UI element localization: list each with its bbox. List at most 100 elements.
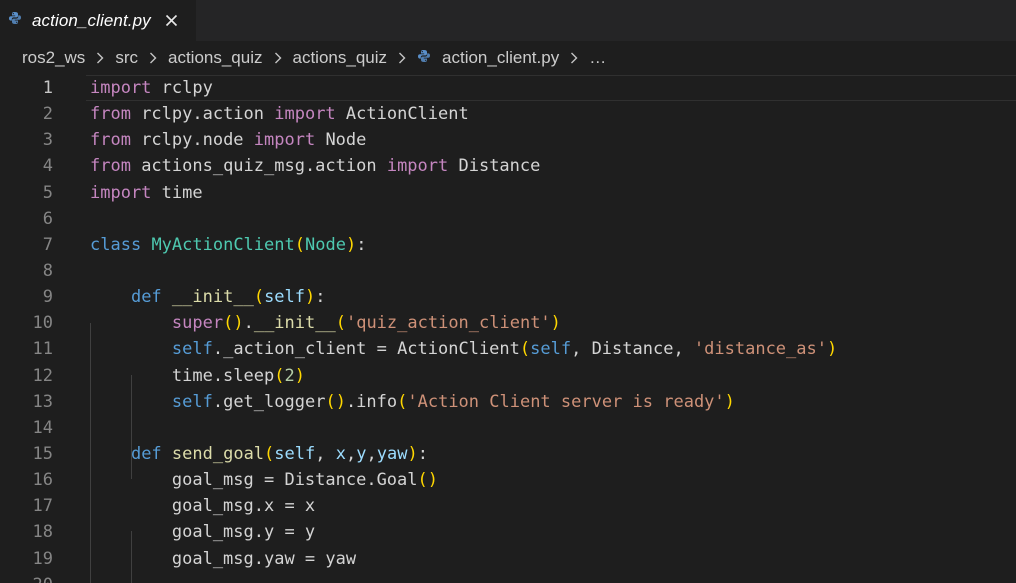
code-token: ) <box>335 391 346 412</box>
code-token: rclpy <box>151 78 213 98</box>
breadcrumb-item-ros2-ws[interactable]: ros2_ws <box>22 48 85 68</box>
breadcrumb-file-label: action_client.py <box>442 48 560 67</box>
code-token: : <box>356 234 367 255</box>
line-code: import time <box>90 180 203 206</box>
line-number: 19 <box>32 548 53 569</box>
code-token: __init__ <box>253 313 336 334</box>
chevron-right-icon <box>559 48 589 68</box>
code-token: ) <box>826 339 838 360</box>
code-token: : <box>315 287 326 308</box>
code-line[interactable]: 9 def __init__(self): <box>0 284 1016 310</box>
tab-action-client[interactable]: action_client.py <box>0 0 196 41</box>
code-line[interactable]: 2 from rclpy.action import ActionClient <box>0 101 1016 127</box>
code-line[interactable]: 15 def send_goal(self, x,y,yaw): <box>0 441 1016 467</box>
line-code: from rclpy.action import ActionClient <box>90 101 469 127</box>
line-number: 20 <box>0 572 53 583</box>
code-line[interactable]: 12 time.sleep(2) <box>0 363 1016 389</box>
breadcrumb-ellipsis[interactable]: … <box>589 48 606 68</box>
line-code: class MyActionClient(Node): <box>90 232 366 258</box>
code-token: ) <box>724 391 735 412</box>
code-line[interactable]: 8 <box>0 258 1016 284</box>
code-line[interactable]: 14 <box>0 415 1016 441</box>
code-token: ( <box>264 443 275 464</box>
line-number: 12 <box>32 365 53 386</box>
code-token: ( <box>397 391 408 412</box>
code-line[interactable]: 10 super().__init__('quiz_action_client'… <box>0 310 1016 336</box>
line-number: 2 <box>42 104 53 125</box>
code-token: Node <box>304 234 346 255</box>
code-token: .info <box>345 391 398 412</box>
close-icon[interactable] <box>163 12 181 30</box>
code-line[interactable]: 16 goal_msg = Distance.Goal() <box>0 467 1016 493</box>
code-token: def <box>130 287 162 308</box>
code-line[interactable]: 6 <box>0 206 1016 232</box>
code-line[interactable]: 20 <box>0 572 1016 583</box>
code-token: rclpy.node <box>130 130 254 151</box>
line-code: import rclpy <box>90 75 213 101</box>
code-token: self <box>171 391 213 412</box>
line-code: def send_goal(self, x,y,yaw): <box>90 441 428 467</box>
line-number: 15 <box>32 443 53 464</box>
code-token: ) <box>427 470 439 491</box>
code-line[interactable]: 17 goal_msg.x = x <box>0 493 1016 519</box>
code-token: ._action_client = ActionClient <box>212 339 520 360</box>
code-editor[interactable]: 1 import rclpy 2 from rclpy.action import A… <box>0 75 1016 583</box>
code-line[interactable]: 13 self.get_logger().info('Action Client… <box>0 389 1016 415</box>
line-number: 17 <box>32 496 53 517</box>
code-line[interactable]: 3 from rclpy.node import Node <box>0 127 1016 153</box>
code-line[interactable]: 7 class MyActionClient(Node): <box>0 232 1016 258</box>
code-token: ) <box>345 234 357 255</box>
line-code: from actions_quiz_msg.action import Dist… <box>90 153 540 179</box>
breadcrumb-item-src[interactable]: src <box>115 48 138 68</box>
line-number: 18 <box>32 522 53 543</box>
code-token: time.sleep <box>90 365 275 386</box>
chevron-right-icon <box>387 48 417 68</box>
line-number: 8 <box>42 260 53 281</box>
line-code: goal_msg.y = y <box>90 519 315 545</box>
code-line[interactable]: 4 from actions_quiz_msg.action import Dis… <box>0 153 1016 179</box>
code-token: self <box>274 443 316 464</box>
chevron-right-icon <box>85 48 115 68</box>
code-line[interactable]: 19 goal_msg.yaw = yaw <box>0 546 1016 572</box>
line-code: self.get_logger().info('Action Client se… <box>90 389 735 415</box>
code-token: self <box>530 339 572 360</box>
code-token: goal_msg.y = y <box>90 522 316 543</box>
tab-bar: action_client.py <box>0 0 1016 41</box>
code-line[interactable]: 11 self._action_client = ActionClient(se… <box>0 336 1016 362</box>
line-number: 6 <box>42 208 53 229</box>
code-token: send_goal <box>171 443 265 464</box>
code-token: 'Action Client server is ready' <box>407 391 725 412</box>
code-token: , <box>366 443 377 464</box>
code-token: .get_logger <box>212 391 326 412</box>
code-token: , <box>345 443 357 464</box>
line-code: time.sleep(2) <box>90 363 305 389</box>
code-line[interactable]: 1 import rclpy <box>0 75 1016 102</box>
line-number: 11 <box>32 339 53 360</box>
code-line[interactable]: 5 import time <box>0 180 1016 206</box>
code-token: ( <box>335 313 346 334</box>
breadcrumb-item-file[interactable]: action_client.py <box>417 48 559 68</box>
breadcrumb-item-actions-quiz-pkg[interactable]: actions_quiz <box>293 48 388 68</box>
code-token: rclpy.action <box>130 104 275 125</box>
code-token: import <box>274 104 336 125</box>
code-token: ( <box>519 339 531 360</box>
code-token: ( <box>274 365 285 386</box>
code-token: Distance <box>448 156 541 177</box>
code-token: __init__ <box>171 287 254 308</box>
code-token: ( <box>223 313 234 334</box>
code-line[interactable]: 18 goal_msg.y = y <box>0 519 1016 545</box>
code-token: from <box>90 130 131 151</box>
breadcrumb-item-actions-quiz[interactable]: actions_quiz <box>168 48 263 68</box>
code-token: goal_msg.yaw = yaw <box>90 548 357 569</box>
code-token: import <box>90 78 152 98</box>
code-token: Node <box>315 130 367 151</box>
line-number: 1 <box>42 78 53 98</box>
line-number: 14 <box>32 417 53 438</box>
code-token: ActionClient <box>335 104 469 125</box>
code-token: self <box>171 339 213 360</box>
